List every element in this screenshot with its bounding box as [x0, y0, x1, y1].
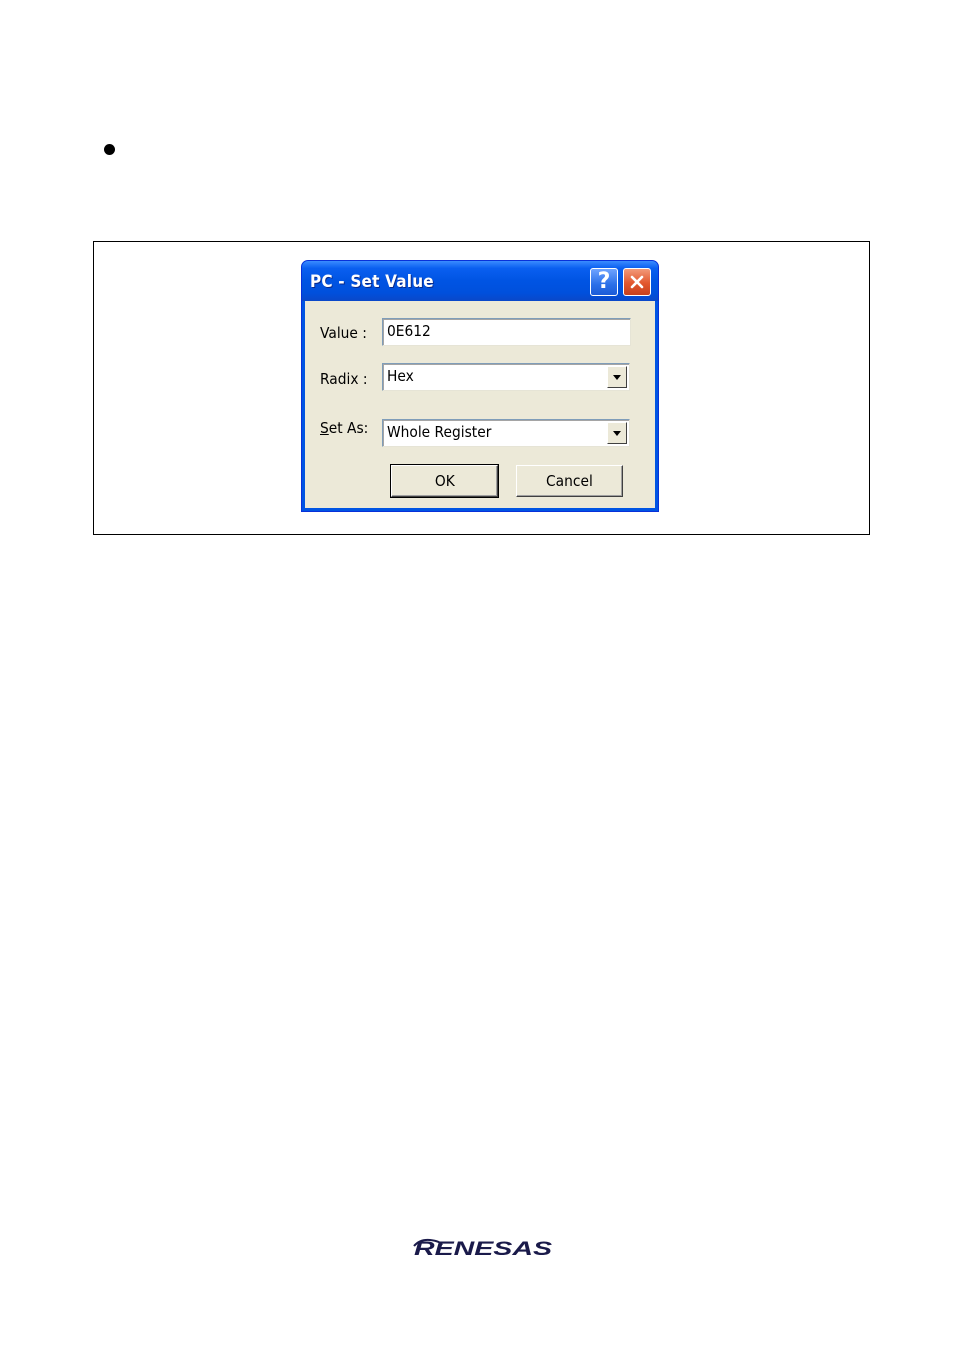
dialog-titlebar[interactable]: PC - Set Value ? [302, 261, 658, 301]
help-button[interactable]: ? [590, 268, 618, 296]
chevron-down-icon [613, 374, 621, 380]
renesas-logo: RENESAS [413, 1238, 552, 1260]
bullet-point [104, 144, 115, 155]
set-as-mnemonic: S [320, 419, 329, 437]
radix-combobox[interactable]: Hex [382, 363, 630, 391]
help-icon: ? [597, 269, 611, 294]
set-as-label-text: et As: [328, 419, 369, 437]
cancel-button[interactable]: Cancel [516, 465, 623, 497]
set-as-label: Set As: [320, 419, 368, 437]
set-as-combobox[interactable]: Whole Register [382, 419, 630, 447]
radix-selected-value: Hex [387, 367, 414, 385]
value-label: Value : [320, 324, 367, 342]
dialog-client-area: Value : 0E612 Radix : Hex Set As: Whole … [305, 301, 655, 508]
cancel-button-label: Cancel [546, 472, 593, 490]
radix-dropdown-button[interactable] [607, 366, 627, 388]
set-as-dropdown-button[interactable] [607, 422, 627, 444]
renesas-logo-text: RENESAS [414, 1239, 552, 1260]
set-value-dialog: PC - Set Value ? Value : 0E612 Radix : H… [301, 260, 659, 512]
radix-label: Radix : [320, 370, 368, 388]
chevron-down-icon [613, 430, 621, 436]
ok-button-label: OK [434, 472, 455, 490]
close-icon [630, 275, 644, 289]
close-button[interactable] [623, 268, 651, 296]
set-as-selected-value: Whole Register [387, 423, 492, 441]
value-input[interactable]: 0E612 [382, 318, 631, 346]
ok-button[interactable]: OK [390, 464, 499, 498]
value-input-text: 0E612 [387, 322, 431, 340]
dialog-title: PC - Set Value [310, 272, 434, 292]
